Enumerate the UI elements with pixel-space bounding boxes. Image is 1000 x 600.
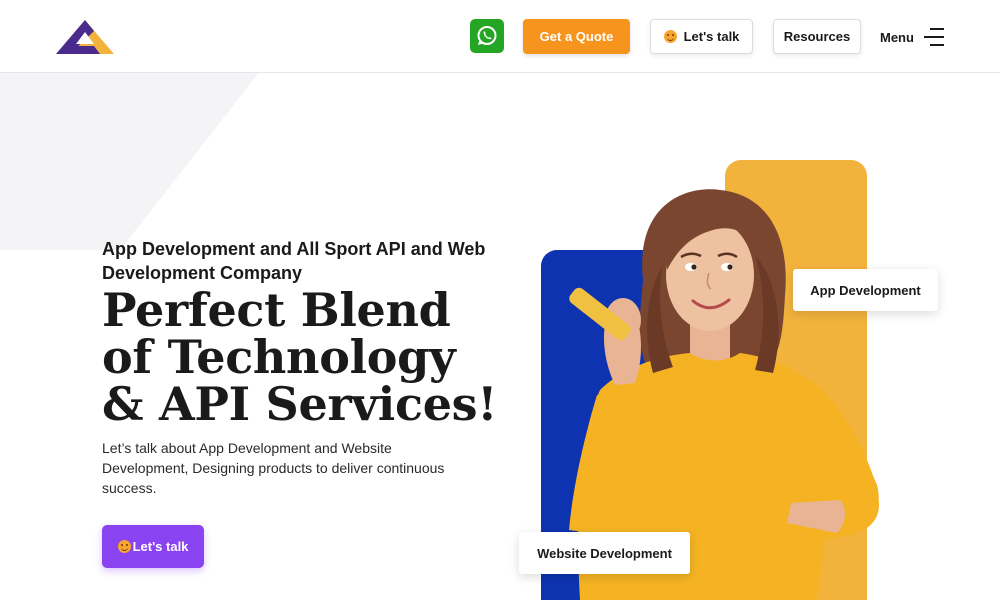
cta-label: Let's talk <box>132 539 189 554</box>
menu-label: Menu <box>880 29 914 45</box>
hero-headline: Perfect Blend of Technology & API Servic… <box>102 287 522 428</box>
app-development-tag[interactable]: App Development <box>793 269 938 311</box>
whatsapp-icon <box>477 26 497 45</box>
headline-line-3: & API Services! <box>102 377 498 431</box>
hamburger-menu-icon <box>923 28 944 46</box>
lets-talk-cta-button[interactable]: Let's talk <box>102 525 204 568</box>
smile-emoji-icon <box>117 540 131 553</box>
get-a-quote-button[interactable]: Get a Quote <box>523 19 630 54</box>
website-development-tag[interactable]: Website Development <box>519 532 690 574</box>
site-header: Get a Quote Let's talk Resources Menu <box>0 0 1000 73</box>
brand-logo[interactable] <box>54 18 116 56</box>
hero-description: Let’s talk about App Development and Web… <box>102 440 445 496</box>
headline-line-1: Perfect Blend <box>102 283 451 337</box>
whatsapp-button[interactable] <box>470 19 504 53</box>
hero-subtitle: App Development and All Sport API and We… <box>102 239 486 283</box>
lets-talk-label: Let's talk <box>683 29 740 44</box>
headline-line-2: of Technology <box>102 330 456 384</box>
lets-talk-header-button[interactable]: Let's talk <box>650 19 753 54</box>
menu-button[interactable]: Menu <box>880 21 944 53</box>
smile-emoji-icon <box>663 30 677 43</box>
resources-button[interactable]: Resources <box>773 19 861 54</box>
